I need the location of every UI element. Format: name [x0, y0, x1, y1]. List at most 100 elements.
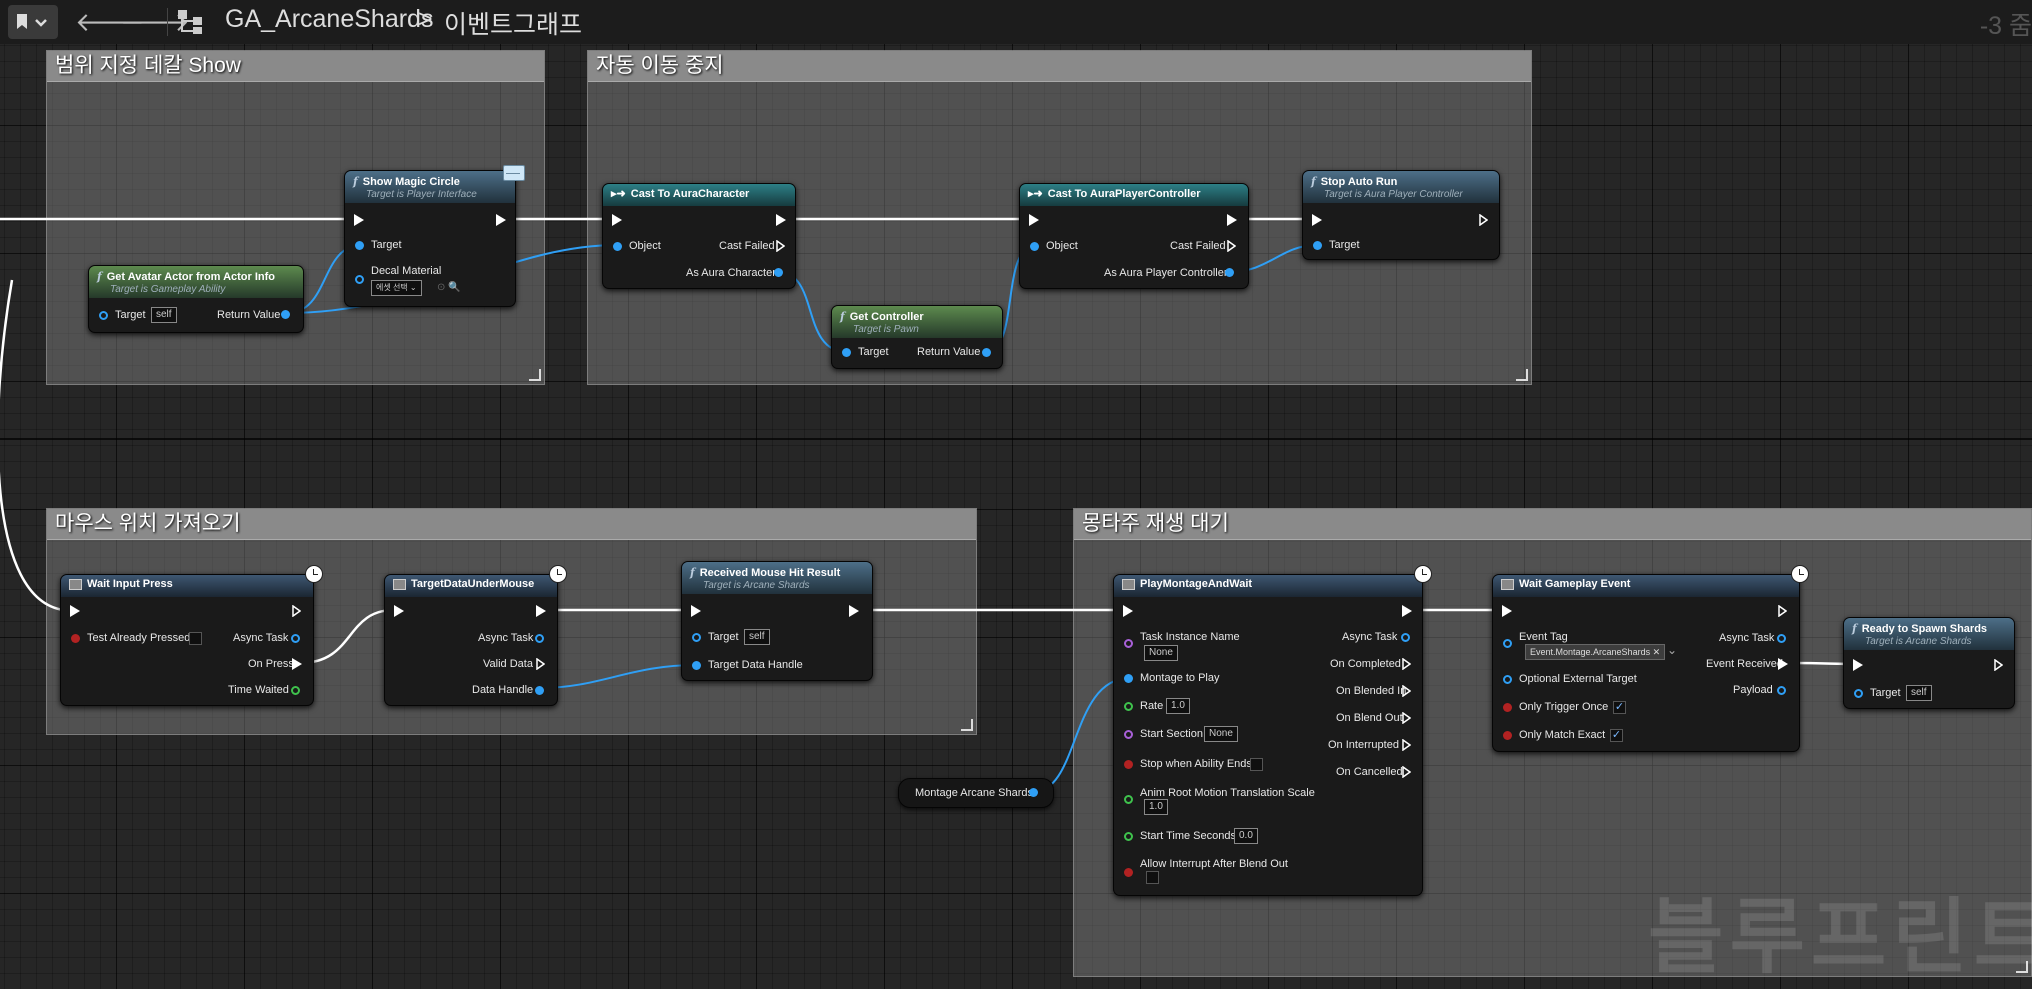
- target-value[interactable]: self: [744, 629, 770, 645]
- as-aura-character-pin[interactable]: [774, 268, 783, 277]
- async-task-pin[interactable]: [291, 634, 300, 643]
- node-wait-gameplay-event[interactable]: Wait Gameplay Event Event Tag Event.Mont…: [1492, 565, 1809, 752]
- exec-out-pin[interactable]: [292, 605, 301, 617]
- exec-in-pin[interactable]: [691, 605, 701, 617]
- node-get-controller[interactable]: f Get Controller Target is Pawn Target Re…: [831, 305, 1003, 369]
- event-tag-pin[interactable]: [1503, 639, 1512, 648]
- montage-to-play-pin[interactable]: [1124, 674, 1133, 683]
- start-time-value[interactable]: 0.0: [1234, 828, 1258, 844]
- test-already-pressed-checkbox[interactable]: [189, 632, 202, 645]
- stop-when-ability-ends-checkbox[interactable]: [1250, 758, 1263, 771]
- pin-label: Async Task: [233, 632, 289, 644]
- exec-in-pin[interactable]: [354, 214, 364, 226]
- pin-label: Time Waited: [228, 684, 289, 696]
- node-show-magic-circle[interactable]: f Show Magic Circle Target is Player Inte…: [344, 165, 525, 307]
- float-pin[interactable]: [1124, 832, 1133, 841]
- data-handle-pin[interactable]: [535, 686, 544, 695]
- target-value[interactable]: self: [151, 307, 177, 323]
- on-cancelled-pin[interactable]: [1402, 766, 1411, 778]
- bool-pin[interactable]: [1124, 760, 1133, 769]
- only-match-exact-checkbox[interactable]: ✓: [1610, 729, 1623, 742]
- target-pin[interactable]: [1854, 689, 1863, 698]
- browse-asset-icon[interactable]: ⊙ 🔍: [437, 282, 461, 293]
- exec-out-pin[interactable]: [1227, 214, 1237, 226]
- exec-in-pin[interactable]: [1029, 214, 1039, 226]
- async-task-pin[interactable]: [535, 634, 544, 643]
- payload-pin[interactable]: [1777, 686, 1786, 695]
- exec-in-pin[interactable]: [1502, 605, 1512, 617]
- node-ready-to-spawn-shards[interactable]: f Ready to Spawn Shards Target is Arcane …: [1843, 617, 2015, 709]
- pin-label: Start Time Seconds: [1140, 830, 1236, 842]
- float-pin[interactable]: [1124, 702, 1133, 711]
- anim-scale-value[interactable]: 1.0: [1144, 799, 1168, 815]
- target-data-handle-pin[interactable]: [692, 661, 701, 670]
- node-play-montage-and-wait[interactable]: PlayMontageAndWait Task Instance Name No…: [1113, 565, 1432, 896]
- time-waited-pin[interactable]: [291, 686, 300, 695]
- bool-pin[interactable]: [71, 634, 80, 643]
- bool-pin[interactable]: [1503, 703, 1512, 712]
- task-instance-name-value[interactable]: None: [1144, 645, 1178, 661]
- exec-out-pin[interactable]: [1778, 605, 1787, 617]
- object-pin[interactable]: [613, 242, 622, 251]
- exec-in-pin[interactable]: [1312, 214, 1322, 226]
- valid-data-pin[interactable]: [536, 658, 545, 670]
- target-pin[interactable]: [1313, 241, 1322, 250]
- only-trigger-once-checkbox[interactable]: ✓: [1613, 701, 1626, 714]
- event-received-pin[interactable]: [1778, 658, 1788, 670]
- gameplay-tag-chip[interactable]: Event.Montage.ArcaneShards ✕: [1525, 644, 1666, 660]
- bool-pin[interactable]: [1124, 868, 1133, 877]
- node-cast-to-aura-character[interactable]: ▸➜ Cast To AuraCharacter Object Cast Fail…: [602, 183, 796, 289]
- target-pin[interactable]: [842, 348, 851, 357]
- return-value-pin[interactable]: [281, 310, 290, 319]
- on-blend-out-pin[interactable]: [1402, 712, 1411, 724]
- node-get-avatar-actor[interactable]: f Get Avatar Actor from Actor Info Target…: [88, 265, 304, 333]
- on-interrupted-pin[interactable]: [1402, 739, 1411, 751]
- name-pin[interactable]: [1124, 639, 1133, 648]
- node-wait-input-press[interactable]: Wait Input Press Test Already Pressed As…: [60, 565, 323, 706]
- exec-in-pin[interactable]: [70, 605, 80, 617]
- target-pin[interactable]: [99, 311, 108, 320]
- exec-in-pin[interactable]: [394, 605, 404, 617]
- exec-out-pin[interactable]: [776, 214, 786, 226]
- exec-out-pin[interactable]: [1479, 214, 1488, 226]
- target-pin[interactable]: [355, 241, 364, 250]
- target-pin[interactable]: [692, 633, 701, 642]
- target-value[interactable]: self: [1906, 685, 1932, 701]
- node-cast-to-aura-player-controller[interactable]: ▸➜ Cast To AuraPlayerController Object Ca…: [1019, 183, 1249, 289]
- decal-material-pin[interactable]: [355, 275, 364, 284]
- node-target-data-under-mouse[interactable]: TargetDataUnderMouse Async Task Valid Da…: [384, 565, 567, 706]
- cast-failed-pin[interactable]: [1227, 240, 1236, 252]
- float-pin[interactable]: [1124, 795, 1133, 804]
- exec-out-pin[interactable]: [536, 605, 546, 617]
- return-value-pin[interactable]: [982, 348, 991, 357]
- node-received-mouse-hit-result[interactable]: f Received Mouse Hit Result Target is Arc…: [681, 561, 873, 681]
- on-press-pin[interactable]: [292, 658, 302, 670]
- rate-value[interactable]: 1.0: [1166, 698, 1190, 714]
- name-pin[interactable]: [1124, 730, 1133, 739]
- chevron-down-icon[interactable]: ⌄: [1667, 643, 1677, 657]
- async-task-pin[interactable]: [1401, 633, 1410, 642]
- optional-target-pin[interactable]: [1503, 675, 1512, 684]
- variable-montage-arcane-shards[interactable]: Montage Arcane Shards: [898, 778, 1054, 808]
- exec-in-pin[interactable]: [1853, 659, 1863, 671]
- exec-out-pin[interactable]: [849, 605, 859, 617]
- start-section-value[interactable]: None: [1204, 726, 1238, 742]
- node-stop-auto-run[interactable]: f Stop Auto Run Target is Aura Player Con…: [1302, 170, 1500, 260]
- exec-out-pin[interactable]: [1994, 659, 2003, 671]
- remove-tag-icon[interactable]: ✕: [1653, 647, 1661, 657]
- bool-pin[interactable]: [1503, 731, 1512, 740]
- variable-output-pin[interactable]: [1029, 788, 1038, 797]
- allow-interrupt-checkbox[interactable]: [1146, 871, 1159, 884]
- pin-label: Cast Failed: [719, 240, 775, 252]
- async-task-pin[interactable]: [1777, 634, 1786, 643]
- on-blended-in-pin[interactable]: [1402, 685, 1411, 697]
- on-completed-pin[interactable]: [1402, 658, 1411, 670]
- exec-out-pin[interactable]: [496, 214, 506, 226]
- cast-failed-pin[interactable]: [776, 240, 785, 252]
- exec-in-pin[interactable]: [612, 214, 622, 226]
- asset-picker[interactable]: 에셋 선택 ⌄: [371, 280, 422, 296]
- exec-out-pin[interactable]: [1402, 605, 1412, 617]
- as-aura-player-controller-pin[interactable]: [1225, 268, 1234, 277]
- exec-in-pin[interactable]: [1123, 605, 1133, 617]
- object-pin[interactable]: [1030, 242, 1039, 251]
